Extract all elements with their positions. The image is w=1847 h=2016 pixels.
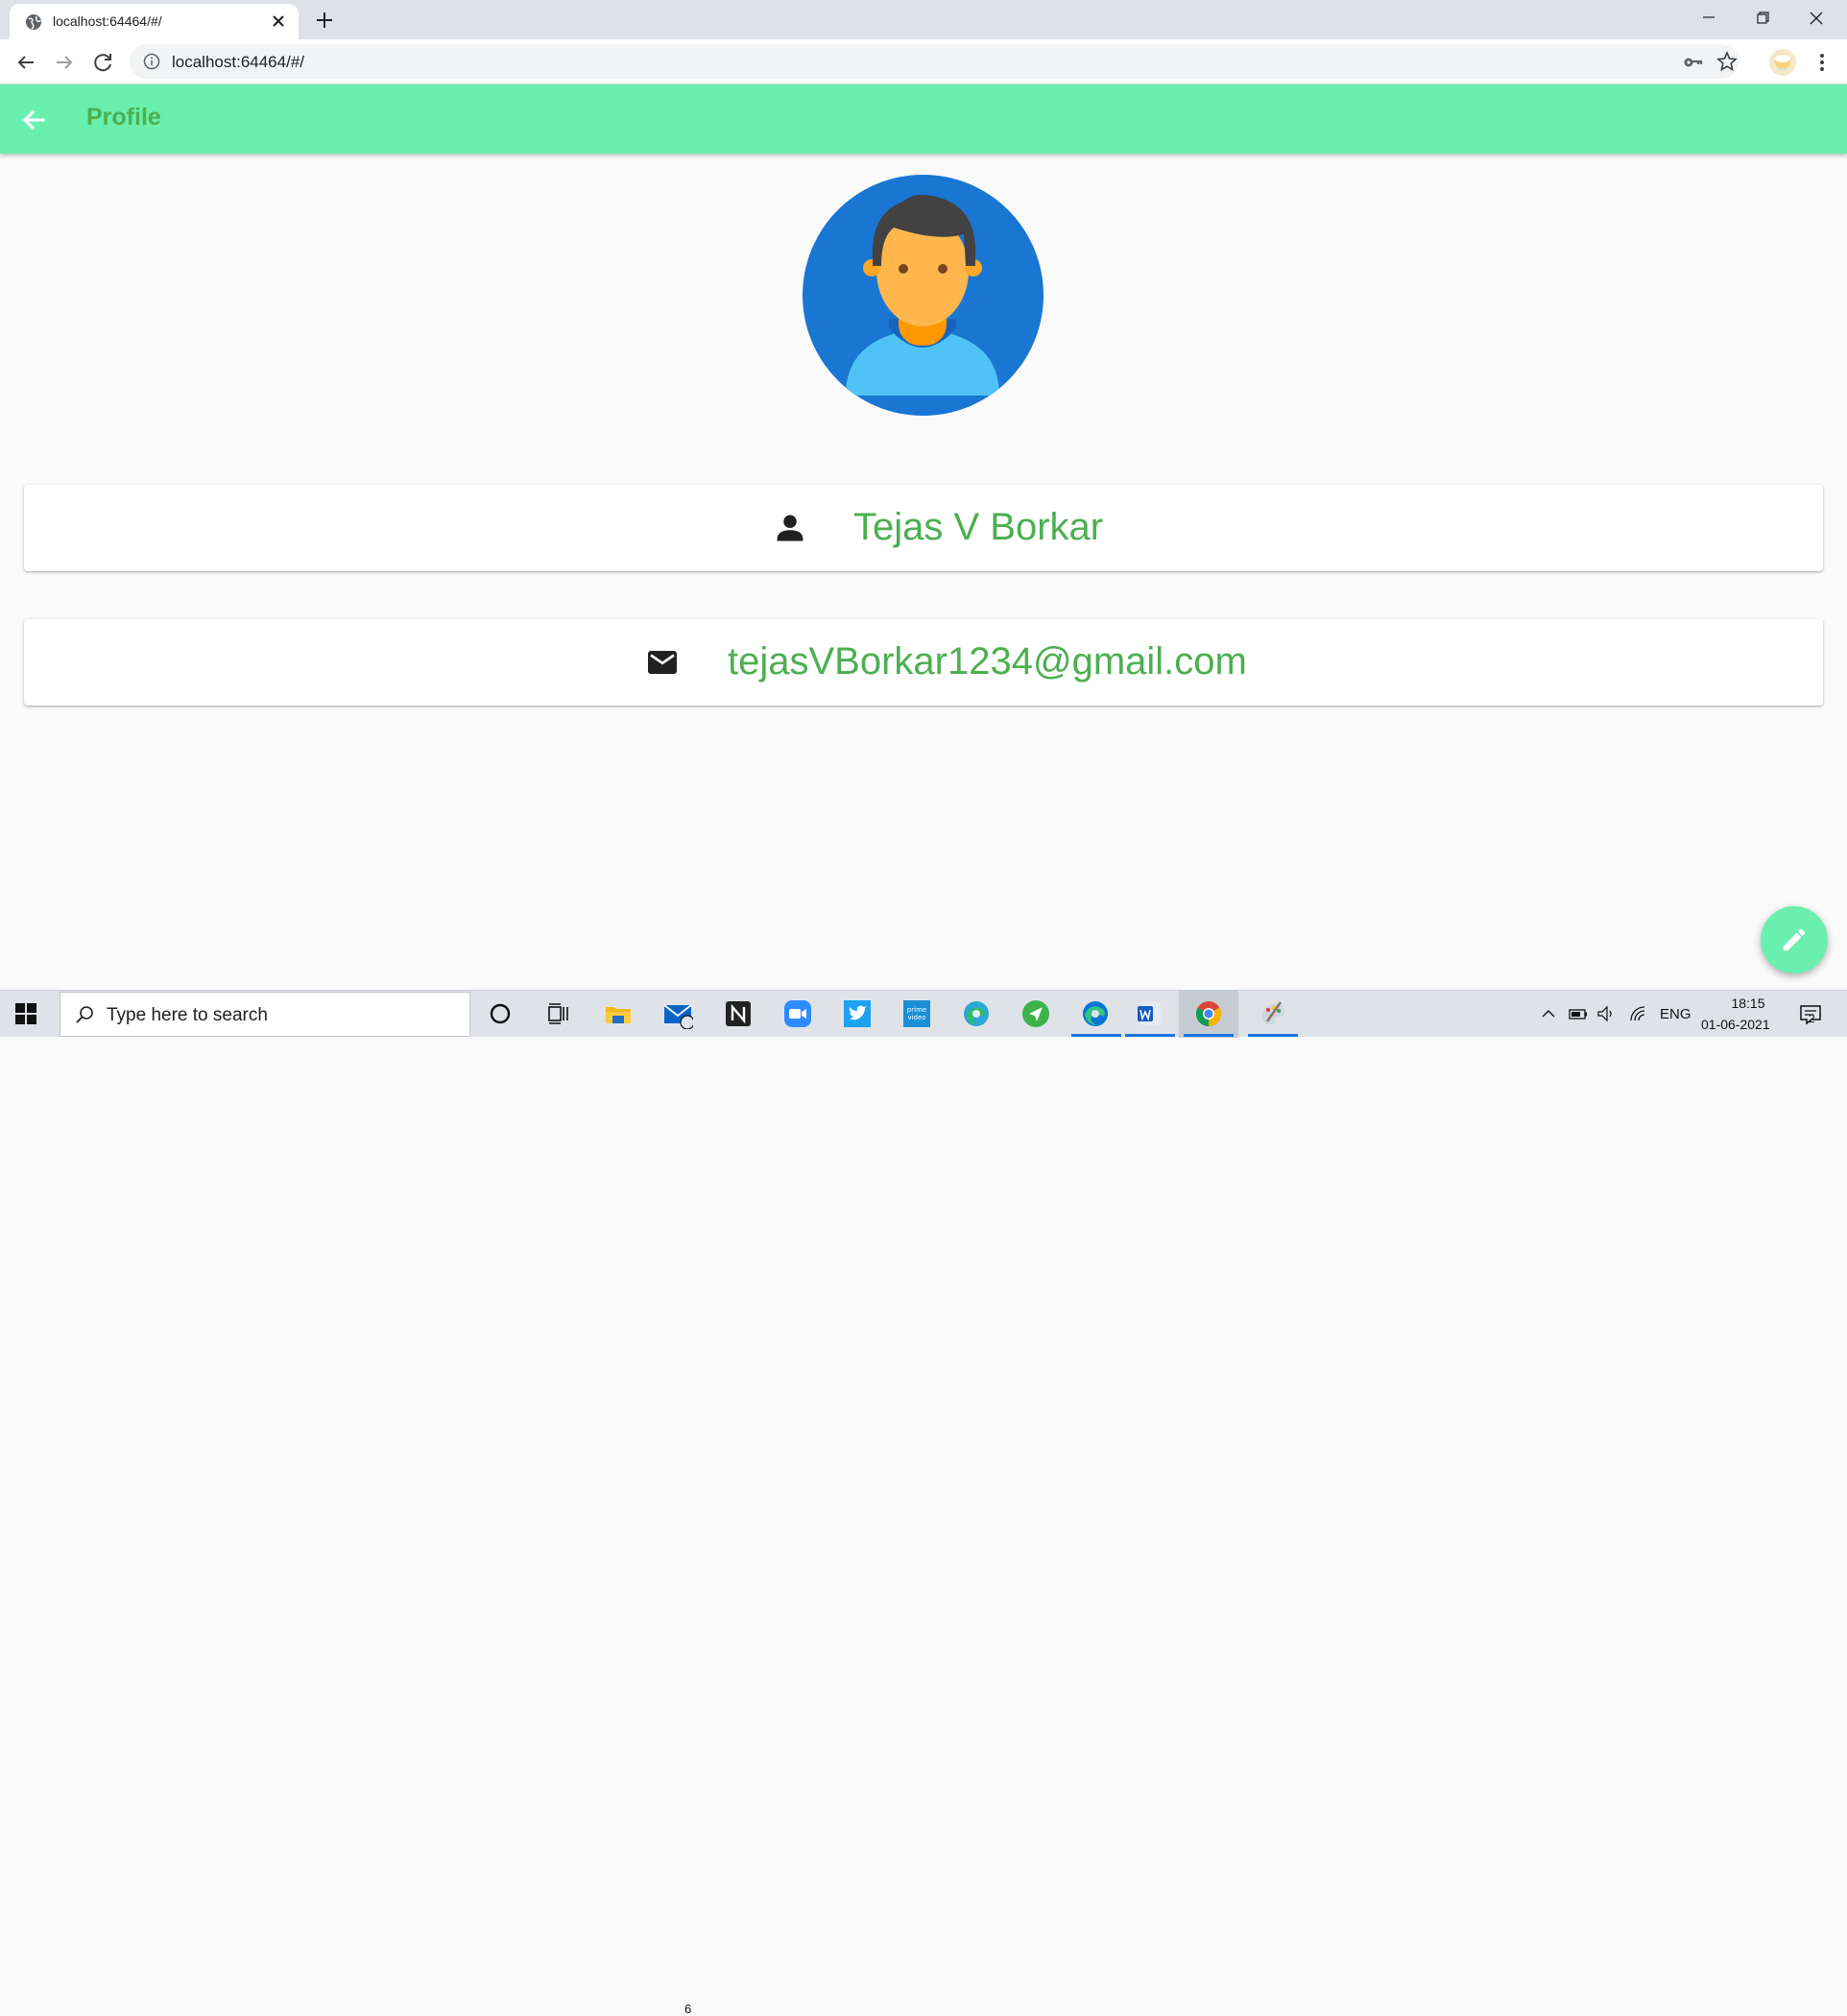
browser-toolbar: localhost:64464/#/: [0, 39, 1847, 84]
wifi-icon[interactable]: [1628, 1004, 1647, 1023]
word-icon[interactable]: [1135, 998, 1165, 1029]
edge-beta-icon[interactable]: [961, 998, 992, 1029]
tab-close-icon[interactable]: [269, 12, 288, 31]
person-icon: [777, 515, 804, 541]
pencil-icon: [1783, 928, 1806, 951]
task-view-icon[interactable]: [543, 998, 574, 1029]
chevron-up-icon[interactable]: [1540, 1005, 1557, 1022]
name-card: Tejas V Borkar: [24, 485, 1823, 571]
browser-profile-avatar[interactable]: [1769, 49, 1796, 76]
restore-icon[interactable]: [1741, 6, 1784, 33]
notification-count: 2: [1809, 1012, 1815, 1025]
paint-icon[interactable]: [1258, 998, 1288, 1029]
globe-icon: [26, 14, 41, 30]
zoom-icon[interactable]: [782, 998, 813, 1029]
mail-app-icon[interactable]: [662, 998, 693, 1029]
windows-taskbar: Type here to search 6 prime video ENG 18…: [0, 990, 1847, 2016]
bookmark-star-icon[interactable]: [1716, 51, 1738, 72]
taskbar-search-box[interactable]: Type here to search: [60, 992, 470, 1037]
app-bar: Profile: [0, 84, 1847, 154]
edge-icon[interactable]: [1080, 998, 1111, 1029]
prime-video-icon[interactable]: prime video: [901, 998, 932, 1029]
clock-time[interactable]: 18:15: [1723, 996, 1773, 1011]
twitter-icon[interactable]: [842, 998, 873, 1029]
profile-email: tejasVBorkar1234@gmail.com: [728, 640, 1247, 683]
browser-tab[interactable]: localhost:64464/#/: [10, 4, 299, 39]
send-app-icon[interactable]: [1020, 998, 1051, 1029]
minimize-icon[interactable]: [1688, 6, 1730, 33]
address-bar[interactable]: localhost:64464/#/: [130, 44, 1739, 79]
mail-badge-count: 6: [684, 2002, 692, 2016]
close-window-icon[interactable]: [1795, 6, 1837, 33]
key-icon[interactable]: [1682, 52, 1703, 73]
arrow-back-icon[interactable]: [19, 106, 48, 134]
notion-icon[interactable]: [723, 998, 754, 1029]
clock-date[interactable]: 01-06-2021: [1701, 1017, 1770, 1032]
file-explorer-icon[interactable]: [603, 998, 634, 1029]
svg-text:prime: prime: [907, 1006, 926, 1014]
windows-start-icon[interactable]: [15, 1003, 36, 1024]
svg-text:video: video: [907, 1014, 925, 1021]
more-vert-icon[interactable]: [1811, 51, 1834, 74]
search-icon: [76, 1006, 93, 1023]
chrome-icon[interactable]: [1193, 998, 1224, 1029]
reload-icon[interactable]: [90, 49, 117, 76]
search-placeholder: Type here to search: [107, 1005, 268, 1025]
tab-title: localhost:64464/#/: [53, 13, 162, 29]
input-language[interactable]: ENG: [1660, 1006, 1691, 1022]
cortana-icon[interactable]: [485, 998, 516, 1029]
volume-icon[interactable]: [1596, 1004, 1616, 1023]
info-icon[interactable]: [143, 53, 160, 70]
url-text: localhost:64464/#/: [172, 53, 304, 71]
page-title: Profile: [86, 104, 161, 131]
new-tab-icon[interactable]: [313, 9, 336, 32]
mail-icon: [648, 651, 677, 674]
profile-name: Tejas V Borkar: [853, 506, 1104, 548]
profile-avatar-image: [803, 175, 1043, 416]
browser-back-icon[interactable]: [12, 49, 39, 76]
email-card: tejasVBorkar1234@gmail.com: [24, 619, 1823, 706]
browser-forward-icon[interactable]: [51, 49, 78, 76]
edit-profile-button[interactable]: [1761, 906, 1828, 973]
profile-avatar-icon: [1775, 54, 1790, 72]
battery-icon[interactable]: [1569, 1004, 1588, 1023]
browser-tab-strip: localhost:64464/#/: [0, 0, 1847, 39]
